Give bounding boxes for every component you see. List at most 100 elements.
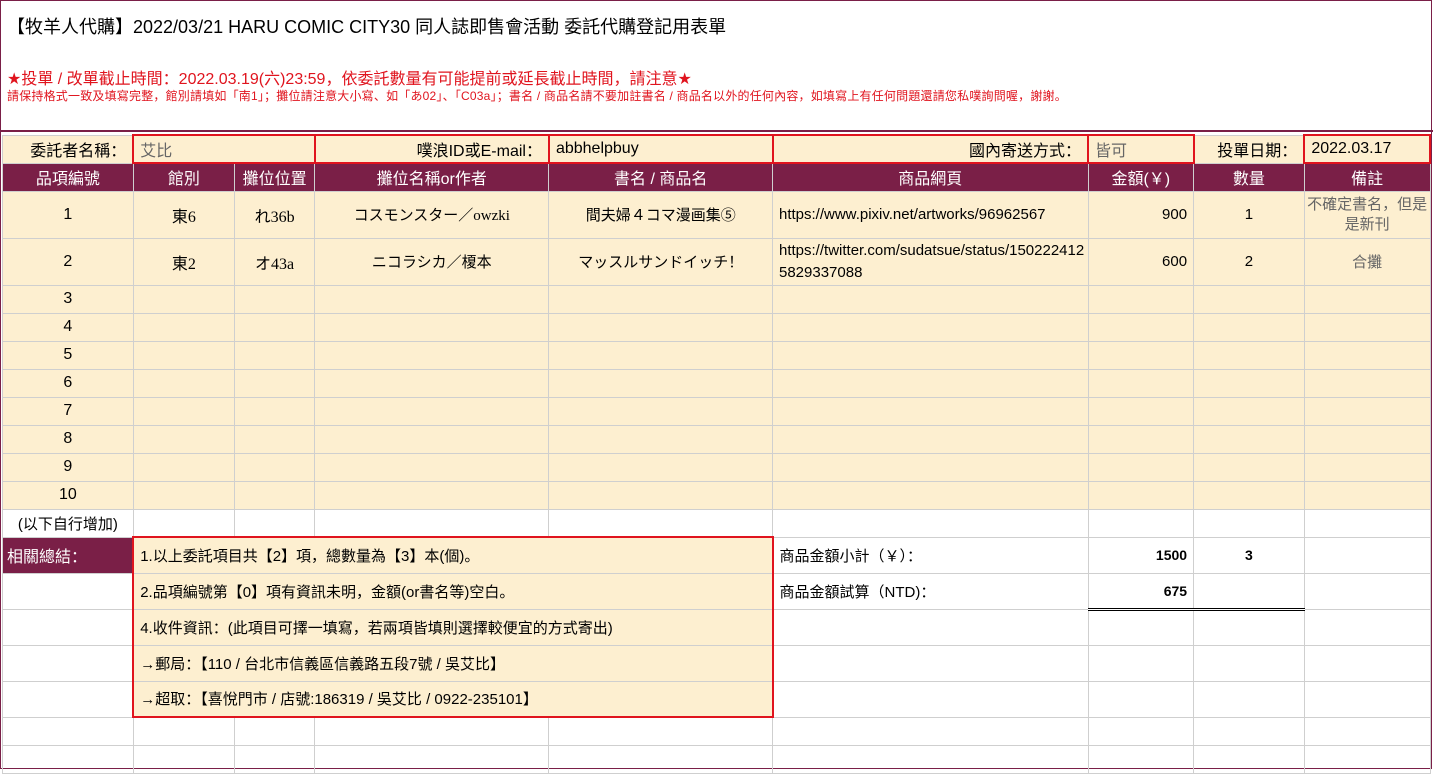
title-cell[interactable] (548, 424, 773, 454)
empty-cell[interactable] (548, 744, 773, 774)
empty-cell[interactable] (1193, 744, 1305, 774)
remark-cell[interactable] (1303, 340, 1431, 370)
item-no-cell[interactable]: 3 (2, 284, 134, 314)
empty-cell[interactable] (772, 744, 1089, 774)
qty-cell[interactable]: 2 (1193, 237, 1305, 286)
empty-cell[interactable] (772, 508, 1089, 538)
circle-cell[interactable] (314, 368, 550, 398)
price-cell[interactable] (1087, 340, 1195, 370)
circle-cell[interactable] (314, 452, 550, 482)
booth-cell[interactable]: オ43a (234, 237, 316, 286)
qty-cell[interactable] (1193, 368, 1305, 398)
qty-cell[interactable] (1193, 480, 1305, 510)
empty-cell[interactable] (132, 744, 236, 774)
qty-cell[interactable] (1193, 284, 1305, 314)
price-cell[interactable]: 900 (1087, 190, 1195, 239)
qty-cell[interactable]: 1 (1193, 190, 1305, 239)
qty-cell[interactable] (1193, 396, 1305, 426)
empty-cell[interactable] (1303, 716, 1431, 746)
empty-cell[interactable] (772, 716, 1089, 746)
hall-cell[interactable]: 東2 (132, 237, 236, 286)
title-cell[interactable] (548, 340, 773, 370)
title-cell[interactable] (548, 312, 773, 342)
qty-cell[interactable] (1193, 452, 1305, 482)
remark-cell[interactable] (1303, 424, 1431, 454)
item-no-cell[interactable]: 7 (2, 396, 134, 426)
item-no-cell[interactable]: 6 (2, 368, 134, 398)
hall-cell[interactable] (132, 396, 236, 426)
empty-cell[interactable] (548, 508, 773, 538)
booth-cell[interactable] (234, 368, 316, 398)
url-cell[interactable]: https://twitter.com/sudatsue/status/1502… (772, 237, 1089, 286)
remark-cell[interactable]: 不確定書名，但是是新刊 (1303, 190, 1431, 239)
title-cell[interactable] (548, 480, 773, 510)
empty-cell[interactable] (314, 508, 550, 538)
order-date-field[interactable]: 2022.03.17 (1303, 134, 1431, 164)
empty-cell[interactable] (1087, 744, 1195, 774)
price-cell[interactable] (1087, 284, 1195, 314)
qty-cell[interactable] (1193, 424, 1305, 454)
empty-cell[interactable] (1087, 716, 1195, 746)
client-name-field[interactable]: 艾比 (132, 134, 316, 164)
remark-cell[interactable] (1303, 312, 1431, 342)
booth-cell[interactable]: れ36b (234, 190, 316, 239)
empty-cell[interactable] (132, 716, 236, 746)
empty-cell[interactable] (1193, 508, 1305, 538)
circle-cell[interactable] (314, 396, 550, 426)
price-cell[interactable] (1087, 480, 1195, 510)
price-cell[interactable] (1087, 368, 1195, 398)
item-no-cell[interactable]: 5 (2, 340, 134, 370)
title-cell[interactable]: 間夫婦４コマ漫画集⑤ (548, 190, 773, 239)
url-cell[interactable] (772, 340, 1089, 370)
empty-cell[interactable] (1303, 744, 1431, 774)
booth-cell[interactable] (234, 340, 316, 370)
booth-cell[interactable] (234, 396, 316, 426)
item-no-cell[interactable]: 1 (2, 190, 134, 239)
price-cell[interactable] (1087, 424, 1195, 454)
hall-cell[interactable] (132, 368, 236, 398)
empty-cell[interactable] (2, 744, 134, 774)
title-cell[interactable] (548, 368, 773, 398)
url-cell[interactable] (772, 284, 1089, 314)
title-cell[interactable] (548, 452, 773, 482)
empty-cell[interactable] (234, 744, 316, 774)
price-cell[interactable] (1087, 452, 1195, 482)
url-cell[interactable] (772, 480, 1089, 510)
title-cell[interactable]: マッスルサンドイッチ！ (548, 237, 773, 286)
booth-cell[interactable] (234, 452, 316, 482)
empty-cell[interactable] (234, 716, 316, 746)
hall-cell[interactable] (132, 284, 236, 314)
booth-cell[interactable] (234, 284, 316, 314)
empty-cell[interactable] (314, 716, 550, 746)
remark-cell[interactable]: 合攤 (1303, 237, 1431, 286)
circle-cell[interactable] (314, 312, 550, 342)
url-cell[interactable] (772, 452, 1089, 482)
circle-cell[interactable]: コスモンスター／owzki (314, 190, 550, 239)
circle-cell[interactable] (314, 480, 550, 510)
hall-cell[interactable] (132, 424, 236, 454)
price-cell[interactable] (1087, 312, 1195, 342)
booth-cell[interactable] (234, 480, 316, 510)
post-office-info[interactable]: →郵局：【110 / 台北市信義區信義路五段7號 / 吳艾比】 (132, 644, 774, 682)
hall-cell[interactable] (132, 312, 236, 342)
url-cell[interactable] (772, 368, 1089, 398)
plurk-id-field[interactable]: abbhelpbuy (547, 134, 774, 164)
item-no-cell[interactable]: 10 (2, 480, 134, 510)
url-cell[interactable] (772, 424, 1089, 454)
empty-cell[interactable] (234, 508, 316, 538)
item-no-cell[interactable]: 8 (2, 424, 134, 454)
remark-cell[interactable] (1303, 368, 1431, 398)
remark-cell[interactable] (1303, 480, 1431, 510)
remark-cell[interactable] (1303, 452, 1431, 482)
hall-cell[interactable] (132, 340, 236, 370)
item-no-cell[interactable]: 2 (2, 237, 134, 286)
title-cell[interactable] (548, 284, 773, 314)
remark-cell[interactable] (1303, 284, 1431, 314)
empty-cell[interactable] (2, 716, 134, 746)
url-cell[interactable] (772, 396, 1089, 426)
booth-cell[interactable] (234, 424, 316, 454)
empty-cell[interactable] (314, 744, 550, 774)
empty-cell[interactable] (132, 508, 236, 538)
hall-cell[interactable]: 東6 (132, 190, 236, 239)
title-cell[interactable] (548, 396, 773, 426)
